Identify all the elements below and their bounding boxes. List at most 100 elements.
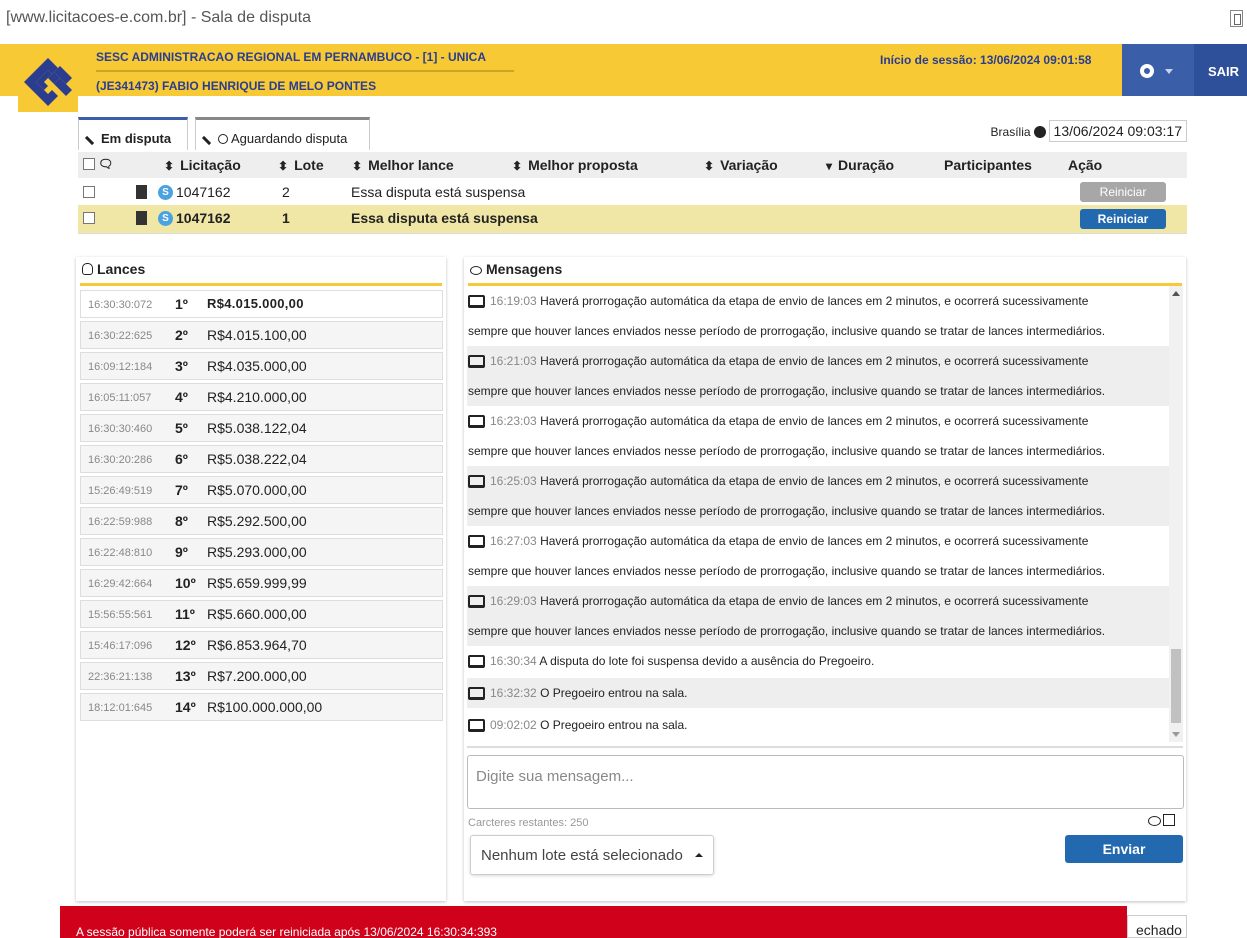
cell-lote: 2 (282, 184, 290, 200)
bid-position: 5º (175, 420, 188, 436)
bid-value: R$5.292.500,00 (207, 513, 307, 529)
status-s-icon: S (158, 211, 173, 226)
bid-position: 13º (175, 668, 196, 684)
clock-icon (218, 134, 228, 144)
tab-label: Em disputa (101, 131, 172, 146)
message-time: 16:21:03 (490, 354, 537, 368)
restart-button[interactable]: Reiniciar (1080, 182, 1166, 202)
lote-select[interactable]: Nenhum lote está selecionado (470, 835, 714, 875)
message-text: Haverá prorrogação automática da etapa d… (540, 294, 1089, 308)
bid-value: R$5.038.122,04 (207, 420, 307, 436)
bid-time: 16:30:30:460 (88, 423, 153, 435)
bid-position: 4º (175, 389, 188, 405)
col-variacao[interactable]: Variação (704, 157, 778, 173)
col-participantes: Participantes (944, 157, 1032, 173)
scroll-up-icon[interactable] (1172, 291, 1180, 296)
speech-bubble-icon[interactable] (1148, 816, 1161, 826)
restart-button[interactable]: Reiniciar (1080, 209, 1166, 229)
bid-value: R$5.660.000,00 (207, 606, 307, 622)
cell-status: Essa disputa está suspensa (351, 184, 526, 200)
send-button[interactable]: Enviar (1065, 835, 1183, 863)
bid-item: 15:56:55:561 11º R$5.660.000,00 (80, 600, 443, 628)
document-icon[interactable] (136, 211, 147, 225)
user-name: (JE341473) FABIO HENRIQUE DE MELO PONTES (96, 79, 377, 93)
header-divider (96, 70, 514, 72)
window-title: [www.licitacoes-e.com.br] - Sala de disp… (6, 9, 312, 26)
closed-tab[interactable]: echado (1127, 915, 1187, 938)
status-s-icon: S (158, 185, 173, 200)
bid-item: 16:30:30:072 1º R$4.015.000,00 (80, 290, 443, 318)
col-lote[interactable]: Lote (278, 157, 324, 173)
message-item: 16:25:03 Haverá prorrogação automática d… (467, 466, 1169, 526)
scroll-down-icon[interactable] (1172, 732, 1180, 737)
disputes-table: 🗨 Licitação Lote Melhor lance Melhor pro… (78, 152, 1187, 234)
message-text: Haverá prorrogação automática da etapa d… (540, 414, 1089, 428)
tab-aguardando-disputa[interactable]: Aguardando disputa (195, 117, 370, 150)
hand-icon (82, 263, 93, 275)
bid-position: 1º (175, 296, 188, 312)
document-icon[interactable] (136, 185, 147, 199)
col-licitacao[interactable]: Licitação (164, 157, 241, 173)
message-text: O Pregoeiro entrou na sala. (540, 718, 688, 732)
exit-button[interactable]: SAIR (1194, 44, 1247, 96)
save-icon[interactable] (1163, 814, 1175, 826)
monitor-icon (468, 687, 485, 700)
clock-city: Brasília (990, 125, 1031, 139)
message-item: 16:19:03 Haverá prorrogação automática d… (467, 286, 1169, 346)
message-time: 16:29:03 (490, 594, 537, 608)
clock-datetime: 13/06/2024 09:03:17 (1048, 120, 1187, 142)
message-time: 16:23:03 (490, 414, 537, 428)
gavel-icon (201, 130, 217, 146)
bid-item: 16:30:22:625 2º R$4.015.100,00 (80, 321, 443, 349)
table-row[interactable]: S 1047162 1 Essa disputa está suspensa R… (78, 205, 1187, 233)
maximize-icon[interactable] (1230, 10, 1243, 27)
settings-button[interactable] (1122, 44, 1194, 96)
table-row[interactable]: S 1047162 2 Essa disputa está suspensa R… (78, 179, 1187, 205)
message-text: sempre que houver lances enviados nesse … (468, 324, 1106, 338)
col-acao: Ação (1068, 157, 1103, 173)
table-header: 🗨 Licitação Lote Melhor lance Melhor pro… (78, 152, 1187, 178)
bid-position: 10º (175, 575, 196, 591)
monitor-icon (468, 535, 485, 548)
bid-value: R$4.015.100,00 (207, 327, 307, 343)
message-item: 16:21:03 Haverá prorrogação automática d… (467, 346, 1169, 406)
message-text: sempre que houver lances enviados nesse … (468, 624, 1106, 638)
message-text: Haverá prorrogação automática da etapa d… (540, 354, 1089, 368)
message-item: 16:30:34 A disputa do lote foi suspensa … (467, 646, 1169, 676)
scrollbar-thumb[interactable] (1171, 649, 1181, 723)
tab-em-disputa[interactable]: Em disputa (78, 117, 188, 150)
col-melhor-proposta[interactable]: Melhor proposta (512, 157, 638, 173)
messages-scrollbar[interactable] (1169, 286, 1183, 742)
row-checkbox[interactable] (83, 212, 95, 224)
bid-time: 16:30:30:072 (88, 299, 153, 311)
bid-item: 15:46:17:096 12º R$6.853.964,70 (80, 631, 443, 659)
monitor-icon (468, 655, 485, 668)
bid-value: R$4.035.000,00 (207, 358, 307, 374)
bid-item: 16:09:12:184 3º R$4.035.000,00 (80, 352, 443, 380)
message-input[interactable]: Digite sua mensagem... (467, 755, 1184, 809)
row-checkbox[interactable] (83, 186, 95, 198)
bid-position: 7º (175, 482, 188, 498)
messages-panel: Mensagens 16:19:03 Haverá prorrogação au… (464, 257, 1186, 901)
chat-icon (470, 266, 482, 275)
bid-value: R$5.038.222,04 (207, 451, 307, 467)
bid-time: 15:46:17:096 (88, 640, 153, 652)
bid-item: 16:05:11:057 4º R$4.210.000,00 (80, 383, 443, 411)
bid-item: 16:22:59:988 8º R$5.292.500,00 (80, 507, 443, 535)
bank-logo (18, 52, 78, 112)
message-item: 09:02:02 O Pregoeiro entrou na sala. (467, 710, 1169, 740)
bid-item: 15:26:49:519 7º R$5.070.000,00 (80, 476, 443, 504)
bid-value: R$5.293.000,00 (207, 544, 307, 560)
bid-time: 16:30:20:286 (88, 454, 153, 466)
col-melhor-lance[interactable]: Melhor lance (352, 157, 454, 173)
bids-panel-title: Lances (82, 261, 145, 277)
col-duracao[interactable]: Duração (826, 157, 894, 173)
message-time: 16:19:03 (490, 294, 537, 308)
bid-item: 16:30:30:460 5º R$5.038.122,04 (80, 414, 443, 442)
select-all-checkbox[interactable] (83, 158, 95, 170)
monitor-icon (468, 595, 485, 608)
messages-title-text: Mensagens (486, 261, 563, 277)
monitor-icon (468, 475, 485, 488)
bid-value: R$4.015.000,00 (207, 296, 304, 311)
messages-list[interactable]: 16:19:03 Haverá prorrogação automática d… (467, 286, 1169, 742)
